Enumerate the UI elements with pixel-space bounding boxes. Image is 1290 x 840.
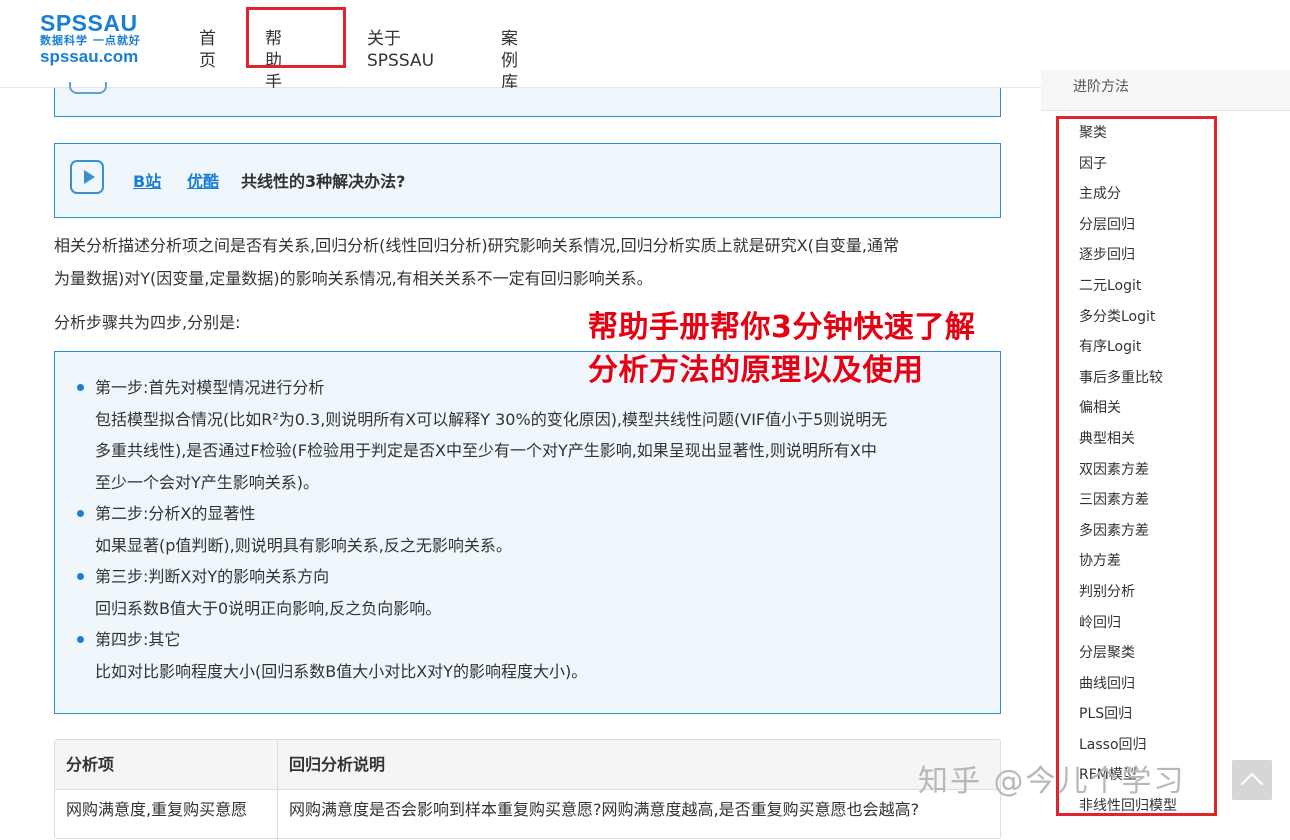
box-icon-partial xyxy=(69,82,107,94)
scroll-to-top-button[interactable] xyxy=(1232,760,1272,800)
info-box-partial xyxy=(54,82,1001,117)
step-title: 第四步:其它 xyxy=(95,630,181,649)
annotation-line-2: 分析方法的原理以及使用 xyxy=(588,353,924,388)
step-desc: 比如对比影响程度大小(回归系数B值大小对比X对Y的影响程度大小)。 xyxy=(95,661,588,681)
logo-domain: spssau.com xyxy=(40,47,139,66)
analysis-table: 分析项 回归分析说明 网购满意度,重复购买意愿 网购满意度是否会影响到样本重复购… xyxy=(54,739,1001,840)
play-icon[interactable] xyxy=(70,160,104,194)
video-box: B站 优酷 共线性的3种解决办法? xyxy=(54,143,1001,218)
intro-line-2: 为量数据)对Y(因变量,定量数据)的影响关系情况,有相关关系不一定有回归影响关系… xyxy=(54,269,653,288)
sidebar-highlight-frame xyxy=(1056,116,1217,816)
table-header-desc: 回归分析说明 xyxy=(278,740,1000,789)
intro-paragraph: 相关分析描述分析项之间是否有关系,回归分析(线性回归分析)研究影响关系情况,回归… xyxy=(54,229,1004,295)
steps-list: 第一步:首先对模型情况进行分析 包括模型拟合情况(比如R²为0.3,则说明所有X… xyxy=(77,372,977,687)
step-item: 第二步:分析X的显著性 如果显著(p值判断),则说明具有影响关系,反之无影响关系… xyxy=(77,498,977,561)
bullet-icon xyxy=(77,636,84,643)
step-title: 第二步:分析X的显著性 xyxy=(95,504,256,523)
steps-box: 第一步:首先对模型情况进行分析 包括模型拟合情况(比如R²为0.3,则说明所有X… xyxy=(54,351,1001,714)
bullet-icon xyxy=(77,573,84,580)
video-link-bilibili[interactable]: B站 xyxy=(133,168,161,192)
table-cell: 网购满意度是否会影响到样本重复购买意愿?网购满意度越高,是否重复购买意愿也会越高… xyxy=(289,800,920,819)
intro-line-1: 相关分析描述分析项之间是否有关系,回归分析(线性回归分析)研究影响关系情况,回归… xyxy=(54,236,899,255)
watermark-text: 知乎 @今儿个学习 xyxy=(918,764,1186,799)
sidebar-heading-text: 进阶方法 xyxy=(1073,79,1129,95)
video-title: 共线性的3种解决办法? xyxy=(241,172,406,191)
annotation-text: 帮助手册帮你3分钟快速了解 分析方法的原理以及使用 xyxy=(588,306,975,392)
nav-cases[interactable]: 案例库 xyxy=(501,28,518,94)
site-logo[interactable]: SPSSAU 数据科学 一点就好 spssau.com xyxy=(40,12,141,66)
bullet-icon xyxy=(77,510,84,517)
logo-slogan: 数据科学 一点就好 xyxy=(40,34,141,47)
step-desc: 包括模型拟合情况(比如R²为0.3,则说明所有X可以解释Y 30%的变化原因),… xyxy=(95,409,888,429)
step-desc: 回归系数B值大于0说明正向影响,反之负向影响。 xyxy=(95,598,442,618)
step-item: 第四步:其它 比如对比影响程度大小(回归系数B值大小对比X对Y的影响程度大小)。 xyxy=(77,624,977,687)
table-header-item: 分析项 xyxy=(55,740,277,789)
table-cell: 网购满意度,重复购买意愿 xyxy=(66,800,248,819)
nav-about[interactable]: 关于SPSSAU xyxy=(367,28,434,72)
bullet-icon xyxy=(77,384,84,391)
annotation-line-1: 帮助手册帮你3分钟快速了解 xyxy=(588,310,976,345)
step-desc: 多重共线性),是否通过F检验(F检验用于判定是否X中至少有一个对Y产生影响,如果… xyxy=(95,441,877,460)
logo-wordmark: SPSSAU xyxy=(40,10,138,36)
step-item: 第三步:判断X对Y的影响关系方向 回归系数B值大于0说明正向影响,反之负向影响。 xyxy=(77,561,977,624)
video-link-youku[interactable]: 优酷 xyxy=(187,168,219,192)
step-desc: 至少一个会对Y产生影响关系)。 xyxy=(95,472,320,492)
step-desc: 如果显著(p值判断),则说明具有影响关系,反之无影响关系。 xyxy=(95,535,512,555)
sidebar-heading: 进阶方法 xyxy=(1041,70,1290,111)
nav-highlight-frame xyxy=(246,7,346,68)
nav-home[interactable]: 首页 xyxy=(199,28,216,72)
step-title: 第三步:判断X对Y的影响关系方向 xyxy=(95,567,330,586)
